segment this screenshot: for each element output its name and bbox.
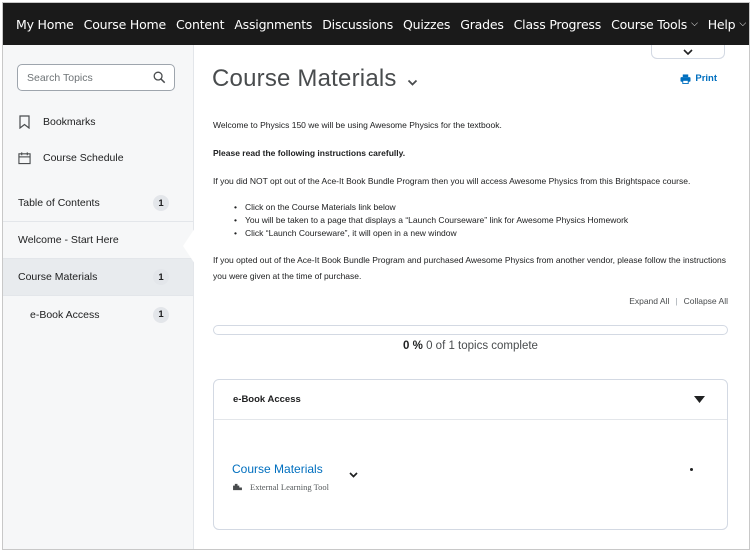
bookmarks-link[interactable]: Bookmarks xyxy=(18,115,96,129)
nav-class-progress-label: Class Progress xyxy=(513,16,602,32)
calendar-icon xyxy=(18,152,31,165)
print-button[interactable]: Print xyxy=(680,73,717,84)
search-icon[interactable] xyxy=(153,71,166,84)
expand-all-button[interactable]: Expand All xyxy=(629,296,669,306)
search-topics-input[interactable] xyxy=(27,71,147,84)
print-label: Print xyxy=(695,73,717,84)
toc-item-label: Table of Contents xyxy=(18,197,100,209)
nav-course-tools[interactable]: Course Tools ⌵ xyxy=(611,17,698,32)
chevron-down-icon: ⌵ xyxy=(691,19,698,29)
completion-progress-bar xyxy=(213,325,728,335)
count-badge: 1 xyxy=(153,195,169,211)
count-badge: 1 xyxy=(153,306,169,323)
nav-grades-label: Grades xyxy=(460,16,504,32)
expand-collapse-controls: Expand All | Collapse All xyxy=(629,296,728,306)
chevron-down-icon[interactable] xyxy=(407,79,418,87)
caret-down-icon[interactable] xyxy=(694,396,705,403)
steps-list: Click on the Course Materials link below… xyxy=(213,201,733,240)
divider: | xyxy=(675,296,678,306)
bookmark-icon xyxy=(19,115,30,129)
page-title[interactable]: Course Materials xyxy=(212,65,418,93)
nav-grades[interactable]: Grades xyxy=(460,16,504,32)
nav-discussions[interactable]: Discussions xyxy=(322,17,393,32)
module-card: e-Book Access Course Materials External … xyxy=(213,379,728,530)
nav-content-label: Content xyxy=(176,16,225,32)
collapse-all-button[interactable]: Collapse All xyxy=(684,296,728,306)
nav-quizzes-label: Quizzes xyxy=(403,16,451,32)
nav-my-home[interactable]: My Home xyxy=(16,17,74,32)
nav-quizzes[interactable]: Quizzes xyxy=(403,17,450,32)
step-item: Click “Launch Courseware”, it will open … xyxy=(213,227,733,240)
toc-item-label: e-Book Access xyxy=(30,308,100,321)
toc-table-of-contents[interactable]: Table of Contents 1 xyxy=(3,185,193,222)
nav-content[interactable]: Content xyxy=(176,16,225,32)
toc-item-label: Course Materials xyxy=(18,271,98,283)
toc-welcome-start-here[interactable]: Welcome - Start Here xyxy=(3,222,193,259)
bookmarks-label: Bookmarks xyxy=(43,116,96,128)
step-item: Click on the Course Materials link below xyxy=(213,201,733,214)
count-badge: 1 xyxy=(153,269,169,285)
course-schedule-label: Course Schedule xyxy=(43,152,124,164)
toc-item-label: Welcome - Start Here xyxy=(18,234,119,246)
welcome-paragraph: Welcome to Physics 150 we will be using … xyxy=(213,120,502,130)
search-topics-box xyxy=(17,64,175,91)
nav-help[interactable]: Help ⌵ xyxy=(707,16,747,32)
nav-course-tools-label: Course Tools xyxy=(611,16,688,32)
nav-course-home[interactable]: Course Home xyxy=(83,16,167,32)
module-header[interactable]: e-Book Access xyxy=(214,380,727,420)
topic-type-label: External Learning Tool xyxy=(250,482,330,492)
module-title: e-Book Access xyxy=(233,394,301,405)
topic-item: Course Materials External Learning Tool xyxy=(232,462,329,492)
progress-summary: 0 % 0 of 1 topics complete xyxy=(195,340,746,352)
toc-ebook-access[interactable]: e-Book Access 1 xyxy=(3,296,193,333)
nav-my-home-label: My Home xyxy=(16,16,74,32)
not-opt-out-paragraph: If you did NOT opt out of the Ace-It Boo… xyxy=(213,176,691,186)
selection-pointer xyxy=(183,228,195,264)
instructions-heading: Please read the following instructions c… xyxy=(213,148,406,158)
nav-discussions-label: Discussions xyxy=(322,16,394,32)
course-schedule-link[interactable]: Course Schedule xyxy=(18,151,124,165)
step-item: You will be taken to a page that display… xyxy=(213,214,733,227)
nav-assignments[interactable]: Assignments xyxy=(234,17,312,32)
progress-summary-text: 0 of 1 topics complete xyxy=(426,340,538,352)
chevron-down-icon[interactable] xyxy=(349,472,358,478)
content-sidebar: Bookmarks Course Schedule Table of Conte… xyxy=(3,45,194,549)
nav-assignments-label: Assignments xyxy=(234,16,313,32)
chevron-down-icon: ⌵ xyxy=(739,19,747,29)
toc-course-materials[interactable]: Course Materials 1 xyxy=(3,259,193,296)
opted-out-paragraph: If you opted out of the Ace-It Book Bund… xyxy=(213,255,726,281)
printer-icon xyxy=(680,73,691,84)
nav-help-label: Help xyxy=(707,16,736,32)
nav-class-progress[interactable]: Class Progress xyxy=(513,16,602,32)
topic-link[interactable]: Course Materials xyxy=(232,462,329,476)
course-navbar: My Home Course Home Content Assignments … xyxy=(3,3,749,45)
unread-dot-icon xyxy=(690,468,693,471)
main-content: Course Materials Print Welcome to Physic… xyxy=(195,45,749,549)
puzzle-icon xyxy=(233,483,242,491)
topic-type: External Learning Tool xyxy=(232,482,329,492)
browser-frame: My Home Course Home Content Assignments … xyxy=(2,2,750,550)
page-title-text: Course Materials xyxy=(212,65,397,92)
progress-percent: 0 % xyxy=(403,340,423,352)
nav-course-home-label: Course Home xyxy=(83,16,167,32)
